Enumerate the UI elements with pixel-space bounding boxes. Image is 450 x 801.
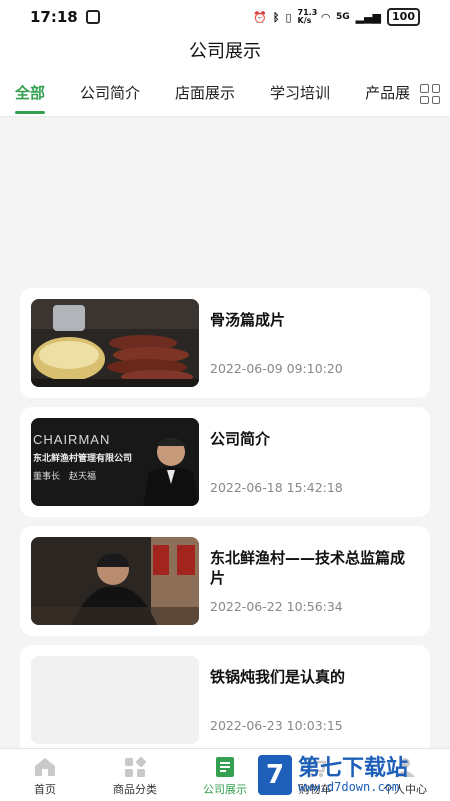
tab-products[interactable]: 产品展示 [350,70,410,116]
alarm-icon: ⏰ [253,10,267,24]
tab-store-display[interactable]: 店面展示 [160,70,235,116]
thumb-company-text: 东北鲜渔村管理有限公司 [33,454,133,464]
article-card[interactable]: 东北鲜渔村——技术总监篇成片 2022-06-22 10:56:34 [20,526,430,636]
article-card[interactable]: 铁锅炖我们是认真的 2022-06-23 10:03:15 [20,645,430,755]
placeholder-thumbnail [31,656,199,744]
article-date: 2022-06-09 09:10:20 [210,361,343,376]
page-title: 公司展示 [0,34,450,70]
wifi-icon: ◠ [321,10,330,24]
article-title: 骨汤篇成片 [210,311,286,329]
article-card[interactable]: CHAIRMAN 东北鲜渔村管理有限公司 董事长 赵天福 公司简介 2022-0… [20,407,430,517]
network-type: 5G [335,12,350,22]
article-title: 东北鲜渔村——技术总监篇成片 [210,549,406,587]
thumb-chairman-text: CHAIRMAN [33,432,111,447]
nav-label: 公司展示 [203,783,247,796]
signal-icon: ▂▄▆ [355,10,382,24]
category-tabs: 全部 公司简介 店面展示 学习培训 产品展示 [0,70,450,117]
tab-all[interactable]: 全部 [0,70,46,116]
article-title: 公司简介 [210,430,271,448]
article-date: 2022-06-18 15:42:18 [210,480,343,495]
status-time: 17:18 [30,8,78,26]
nav-label: 商品分类 [113,783,157,796]
tab-company-intro[interactable]: 公司简介 [65,70,140,116]
bluetooth-icon: ᛒ [272,10,280,24]
nav-category[interactable]: 商品分类 [90,749,180,801]
vibrate-icon: ▯ [285,10,292,24]
watermark-title: 第七下载站 [298,755,409,781]
battery-indicator: 100 [387,8,420,26]
watermark-url: www.d7down.com [298,780,400,794]
watermark-logo: 7 [258,755,292,795]
nfc-icon [85,10,100,24]
chairman-photo-thumbnail: CHAIRMAN 东北鲜渔村管理有限公司 董事长 赵天福 [31,418,199,506]
site-watermark: 7 第七下载站 www.d7down.com [258,752,448,798]
nav-company[interactable]: 公司展示 [180,749,270,801]
thumb-name-text: 董事长 赵天福 [33,472,97,482]
article-date: 2022-06-22 10:56:34 [210,599,343,614]
tab-training[interactable]: 学习培训 [255,70,330,116]
food-photo-thumbnail [31,299,199,387]
grid-menu-icon[interactable] [420,84,440,104]
nav-home[interactable]: 首页 [0,749,90,801]
network-speed: 71.3 K/s [297,8,318,25]
article-card[interactable]: 骨汤篇成片 2022-06-09 09:10:20 [20,288,430,398]
nav-label: 首页 [34,783,56,796]
article-list: 骨汤篇成片 2022-06-09 09:10:20 CHAIRMAN 东北鲜渔村… [20,288,430,764]
home-icon [35,758,55,776]
article-title: 铁锅炖我们是认真的 [210,668,346,686]
company-icon [216,757,234,777]
status-bar: 17:18 ⏰ ᛒ ▯ 71.3 K/s ◠ 5G ▂▄▆ 100 [0,0,450,34]
article-date: 2022-06-23 10:03:15 [210,718,343,733]
category-icon [125,756,147,777]
director-photo-thumbnail [31,537,199,625]
